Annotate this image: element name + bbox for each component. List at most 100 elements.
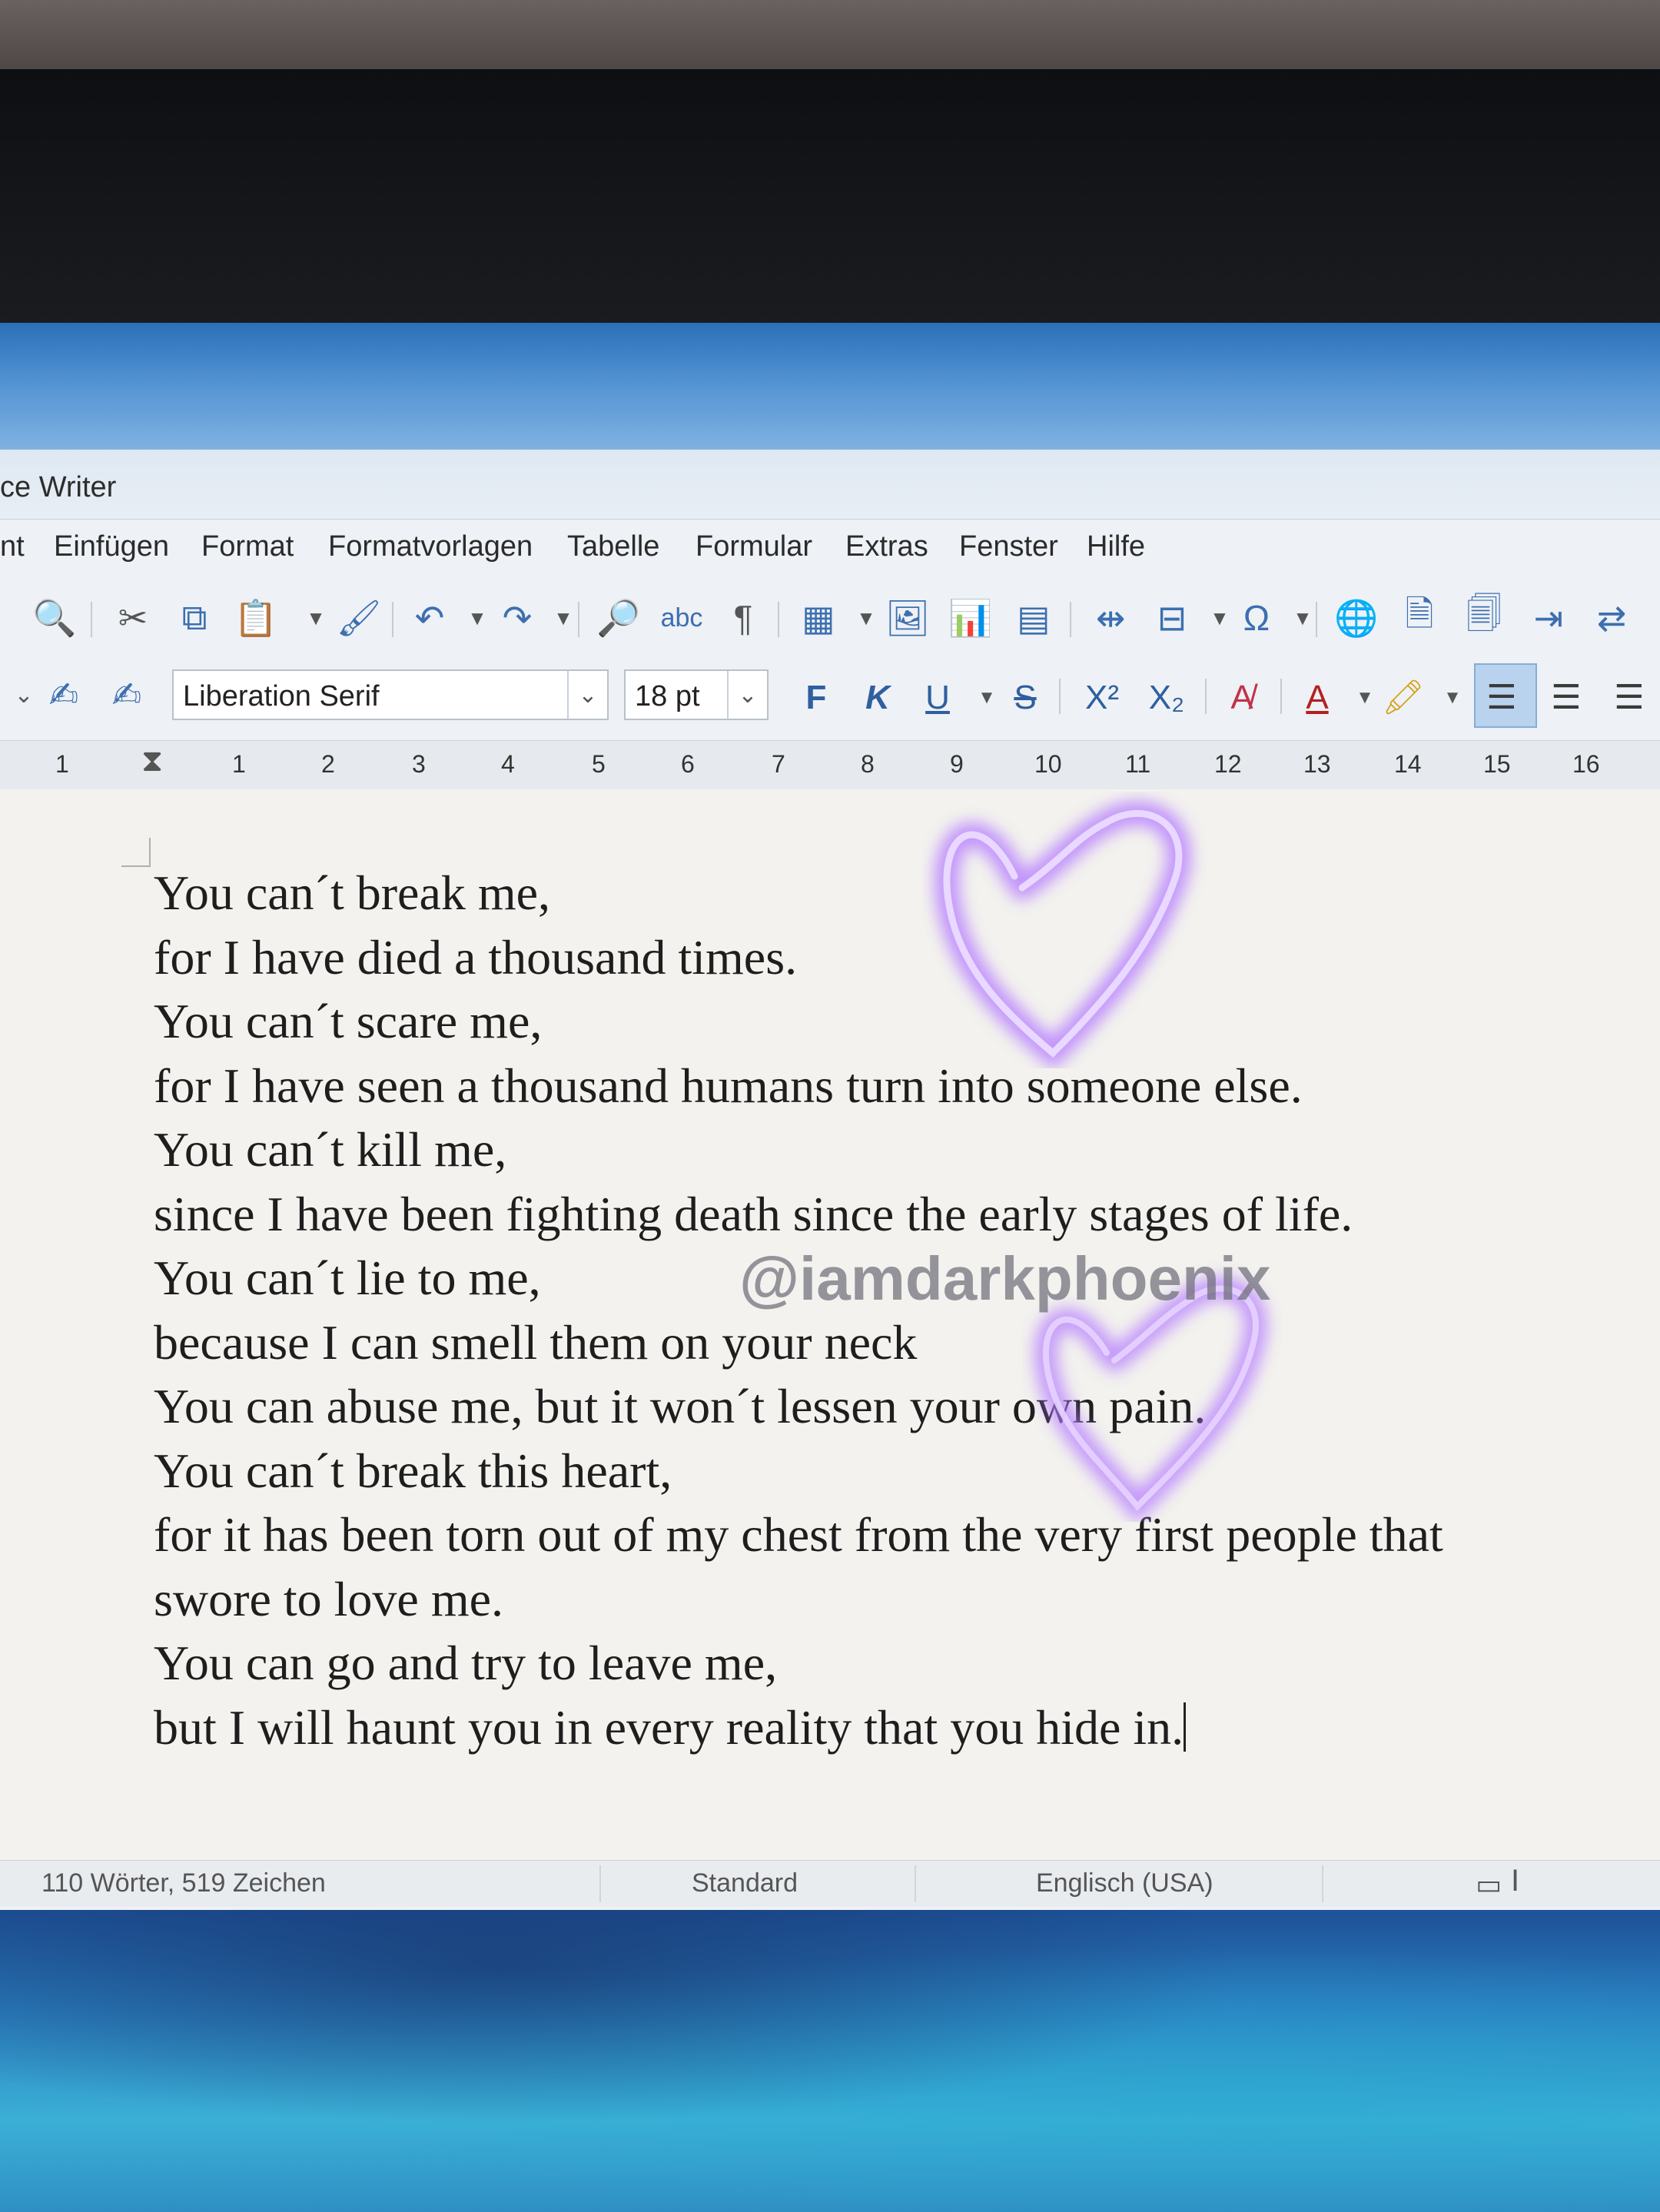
chevron-down-icon[interactable]: ⌄ (727, 671, 767, 719)
hyperlink-icon[interactable]: 🌐 (1333, 594, 1380, 642)
ruler-number: 16 (1572, 750, 1600, 778)
highlight-dropdown-icon[interactable]: ▼ (1434, 676, 1471, 720)
underline-button[interactable]: U (919, 676, 956, 720)
title-bar: ce Writer (0, 450, 1660, 520)
paste-icon[interactable]: 📋 (232, 594, 280, 642)
toolbar-separator (1280, 679, 1282, 714)
page-break-icon[interactable]: ⇹ (1087, 594, 1134, 642)
font-name-combobox[interactable]: Liberation Serif ⌄ (172, 669, 609, 720)
selection-mode-icon[interactable]: ▭ (1476, 1868, 1502, 1901)
insert-table-icon[interactable]: ▦ (795, 594, 842, 642)
font-size-value: 18 pt (635, 680, 700, 712)
menu-item-hilfe[interactable]: Hilfe (1087, 530, 1145, 563)
redo-icon[interactable]: ↷ (493, 594, 541, 642)
toolbar-separator (578, 602, 579, 637)
menu-item-formular[interactable]: Formular (696, 530, 812, 563)
indent-marker-icon[interactable]: ⧗ (141, 744, 163, 779)
status-separator (599, 1865, 601, 1902)
insert-mode-icon[interactable]: I (1511, 1864, 1519, 1898)
toolbar-separator (1205, 679, 1207, 714)
status-separator (1322, 1865, 1323, 1902)
comment-icon[interactable]: 🗐 (1460, 593, 1508, 642)
formatting-marks-icon[interactable]: ¶ (719, 594, 767, 642)
toolbar-separator (1059, 679, 1061, 714)
poem-line: You can´t kill me, (154, 1122, 507, 1177)
status-separator (915, 1865, 916, 1902)
menu-item-extras[interactable]: Extras (845, 530, 928, 563)
print-preview-icon[interactable]: 🔍 (31, 594, 78, 642)
ruler-number: 8 (861, 750, 875, 778)
copy-icon[interactable]: ⧉ (171, 594, 218, 642)
ruler-number: 12 (1214, 750, 1242, 778)
menu-item-fenster[interactable]: Fenster (959, 530, 1058, 563)
align-left-icon: ☰ (1486, 679, 1517, 716)
ruler-number: 9 (950, 750, 964, 778)
poem-line: You can´t scare me, (154, 994, 543, 1048)
spellcheck-icon[interactable]: abc (658, 594, 706, 642)
ruler-number: 1 (232, 750, 246, 778)
watermark-text: @iamdarkphoenix (739, 1244, 1271, 1313)
paste-dropdown-icon[interactable]: ▼ (292, 594, 340, 642)
menu-item-insert-prefix[interactable]: nt (0, 530, 25, 563)
subscript-button[interactable]: X₂ (1148, 676, 1185, 720)
desktop-background-bottom (0, 1906, 1660, 2212)
update-style-icon[interactable]: ✍ (40, 671, 88, 719)
align-right-icon[interactable]: ☰ (1611, 676, 1648, 720)
window-title: ce Writer (0, 471, 117, 503)
ruler-number: 3 (412, 750, 426, 778)
insert-field-icon[interactable]: ⊟ (1148, 594, 1196, 642)
ruler-number: 14 (1394, 750, 1422, 778)
ruler-number: 15 (1483, 750, 1511, 778)
ruler-number: 10 (1034, 750, 1062, 778)
insert-chart-icon[interactable]: 📊 (947, 594, 994, 642)
menu-item-einfuegen[interactable]: Einfügen (54, 530, 169, 563)
find-replace-icon[interactable]: 🔎 (595, 594, 642, 642)
table-dropdown-icon[interactable]: ▼ (842, 594, 890, 642)
chevron-down-icon[interactable]: ⌄ (567, 671, 607, 719)
new-style-icon[interactable]: ✍ (103, 671, 151, 719)
font-color-dropdown-icon[interactable]: ▼ (1346, 676, 1383, 720)
horizontal-ruler[interactable]: 1 ⧗ 1 2 3 4 5 6 7 8 9 10 11 12 13 14 15 … (0, 740, 1660, 791)
redo-dropdown-icon[interactable]: ▼ (540, 594, 587, 642)
insert-textbox-icon[interactable]: ▤ (1010, 594, 1057, 642)
text-boundary-corner (121, 838, 151, 867)
special-char-dropdown-icon[interactable]: ▼ (1279, 594, 1326, 642)
insert-image-icon[interactable]: 🖼 (884, 594, 931, 642)
cross-reference-icon[interactable]: ⇄ (1588, 594, 1635, 642)
align-center-icon[interactable]: ☰ (1548, 676, 1585, 720)
page-style-status[interactable]: Standard (692, 1868, 798, 1898)
formatting-toolbar: ⌄ ✍ ✍ Liberation Serif ⌄ 18 pt ⌄ F K U ▼… (0, 656, 1660, 740)
poem-line: for I have died a thousand times. (154, 929, 798, 985)
text-cursor (1184, 1702, 1187, 1752)
footnote-icon[interactable]: 🗎 (1396, 593, 1443, 642)
monitor-bezel-top (0, 0, 1660, 77)
strikethrough-button[interactable]: S (1007, 676, 1044, 720)
menu-item-formatvorlagen[interactable]: Formatvorlagen (328, 530, 533, 563)
clone-formatting-icon[interactable]: 🖌 (335, 594, 383, 642)
undo-icon[interactable]: ↶ (406, 594, 453, 642)
menu-item-format[interactable]: Format (201, 530, 294, 563)
font-name-value: Liberation Serif (183, 680, 380, 712)
font-size-combobox[interactable]: 18 pt ⌄ (624, 669, 769, 720)
status-bar: 110 Wörter, 519 Zeichen Standard Englisc… (0, 1860, 1660, 1907)
italic-button[interactable]: K (859, 676, 896, 720)
special-character-icon[interactable]: Ω (1233, 594, 1280, 642)
desktop-background-top (0, 323, 1660, 450)
poem-line: but I will haunt you in every reality th… (154, 1699, 1184, 1755)
language-status[interactable]: Englisch (USA) (1036, 1868, 1213, 1898)
superscript-button[interactable]: X² (1084, 676, 1120, 720)
poem-line: swore to love me. (154, 1571, 503, 1626)
underline-dropdown-icon[interactable]: ▼ (968, 676, 1005, 720)
toolbar-separator (778, 602, 779, 637)
ruler-number: 5 (592, 750, 606, 778)
menu-item-tabelle[interactable]: Tabelle (567, 530, 659, 563)
cut-icon[interactable]: ✂ (109, 594, 157, 642)
clear-formatting-icon[interactable]: A̸ (1223, 676, 1260, 720)
poem-line-last: but I will haunt you in every reality th… (154, 1696, 1443, 1760)
font-color-icon[interactable]: A (1299, 676, 1336, 720)
track-changes-icon[interactable]: ⇥ (1525, 594, 1572, 642)
bold-button[interactable]: F (798, 676, 835, 720)
word-count-status[interactable]: 110 Wörter, 519 Zeichen (42, 1868, 326, 1898)
poem-line: for I have seen a thousand humans turn i… (154, 1058, 1303, 1113)
highlight-color-icon[interactable]: 🖍 (1382, 676, 1425, 720)
